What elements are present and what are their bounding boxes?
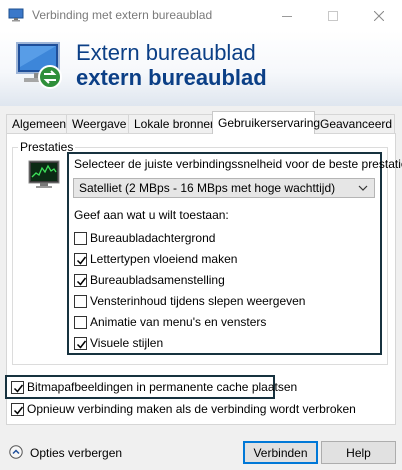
hide-options-link[interactable]: Opties verbergen — [30, 446, 122, 460]
checkbox-label: Vensterinhoud tijdens slepen weergeven — [90, 294, 306, 308]
checkmark-icon — [76, 256, 87, 265]
checkbox-menu-animation[interactable] — [74, 316, 87, 329]
banner-title: Extern bureaublad — [76, 40, 256, 65]
minimize-button[interactable] — [264, 0, 310, 31]
remote-desktop-logo-icon — [16, 42, 62, 89]
connection-speed-value: Satelliet (2 MBps - 16 MBps met hoge wac… — [79, 181, 336, 195]
checkbox-reconnect[interactable] — [11, 403, 24, 416]
checkbox-window-contents-drag[interactable] — [74, 295, 87, 308]
tab-geavanceerd[interactable]: Geavanceerd — [314, 114, 395, 133]
checkbox-label: Bureaubladachtergrond — [90, 231, 216, 245]
checkbox-persistent-bitmap-cache[interactable] — [11, 381, 24, 394]
close-button[interactable] — [356, 0, 402, 31]
checkbox-label: Visuele stijlen — [90, 336, 164, 350]
checkmark-icon — [13, 384, 24, 393]
chevron-down-icon — [358, 185, 368, 191]
title-bar: Verbinding met extern bureaublad — [0, 0, 402, 31]
banner: Extern bureaublad extern bureaublad — [0, 31, 402, 106]
checkbox-label: Animatie van menu's en vensters — [90, 315, 267, 329]
close-icon — [374, 10, 384, 21]
minimize-icon — [282, 15, 292, 17]
checkbox-desktop-background[interactable] — [74, 232, 87, 245]
remote-desktop-app-icon — [8, 8, 24, 22]
checkbox-label: Bureaubladsamenstelling — [90, 273, 225, 287]
checkmark-icon — [76, 277, 87, 286]
checkbox-label: Lettertypen vloeiend maken — [90, 252, 238, 266]
allow-label: Geef aan wat u wilt toestaan: — [74, 208, 229, 222]
connection-speed-select[interactable]: Satelliet (2 MBps - 16 MBps met hoge wac… — [73, 178, 375, 198]
chevron-up-circle-icon[interactable] — [9, 445, 23, 459]
speed-prompt: Selecteer de juiste verbindingssnelheid … — [74, 157, 402, 171]
maximize-button[interactable] — [310, 0, 356, 31]
tab-weergave[interactable]: Weergave — [66, 114, 129, 133]
window-title: Verbinding met extern bureaublad — [32, 8, 213, 22]
tab-lokale-bronnen[interactable]: Lokale bronnen — [128, 114, 217, 133]
checkbox-desktop-composition[interactable] — [74, 274, 87, 287]
checkbox-visual-styles[interactable] — [74, 337, 87, 350]
checkbox-label: Opnieuw verbinding maken als de verbindi… — [27, 402, 356, 416]
help-button[interactable]: Help — [321, 441, 396, 464]
tab-gebruikerservaring[interactable]: Gebruikerservaring — [212, 111, 320, 134]
checkmark-icon — [76, 340, 87, 349]
maximize-icon — [328, 10, 338, 21]
banner-subtitle: extern bureaublad — [76, 65, 267, 90]
checkbox-font-smoothing[interactable] — [74, 253, 87, 266]
checkmark-icon — [13, 406, 24, 415]
connect-button[interactable]: Verbinden — [243, 441, 318, 464]
performance-monitor-icon — [28, 160, 60, 188]
tab-algemeen[interactable]: Algemeen — [6, 114, 67, 133]
checkbox-label: Bitmapafbeeldingen in permanente cache p… — [27, 380, 298, 394]
